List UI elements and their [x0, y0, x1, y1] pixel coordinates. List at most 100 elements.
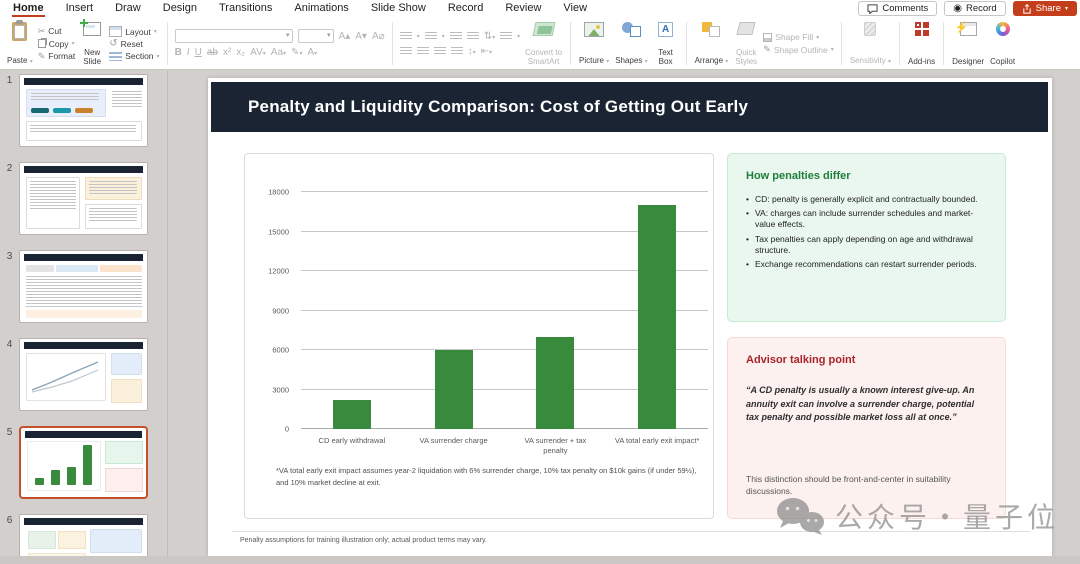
bar-slot	[403, 192, 505, 429]
comments-button[interactable]: Comments	[858, 1, 938, 16]
slide-4-preview[interactable]	[19, 338, 148, 411]
menu-tab-review[interactable]: Review	[494, 1, 552, 16]
reset-button[interactable]: ↺ Reset	[109, 39, 159, 50]
record-button[interactable]: ◉ Record	[944, 1, 1006, 16]
new-slide-button[interactable]: New Slide	[77, 19, 107, 68]
slide-2-preview[interactable]	[19, 162, 148, 235]
bold-button[interactable]: B	[175, 47, 182, 58]
convert-to-smartart-button[interactable]: Convert to SmartArt	[522, 19, 565, 68]
x-category-label: VA surrender charge	[419, 436, 488, 445]
copy-button[interactable]: Copy ▾	[37, 39, 75, 49]
copilot-label: Copilot	[990, 56, 1016, 66]
menu-tab-view[interactable]: View	[552, 1, 598, 16]
watermark-text: 公众号・量子位	[835, 501, 1060, 534]
shapes-button[interactable]: Shapes ▾	[612, 19, 650, 68]
change-case-button[interactable]: Aa▾	[271, 47, 286, 58]
slide-thumbnail-2[interactable]: 2	[0, 162, 167, 235]
slide-1-preview[interactable]	[19, 74, 148, 147]
numbered-list-button[interactable]	[424, 31, 437, 41]
paste-button[interactable]: Paste ▾	[4, 19, 36, 68]
shapes-chevron-icon: ▾	[644, 59, 648, 66]
slide-canvas[interactable]: Penalty and Liquidity Comparison: Cost o…	[208, 78, 1052, 556]
slide-thumbnail-5[interactable]: 5	[0, 426, 167, 499]
strikethrough-button[interactable]: ab	[207, 47, 218, 58]
layout-button[interactable]: Layout ▾	[109, 26, 159, 37]
align-left-button[interactable]	[399, 46, 412, 56]
designer-label: Designer	[952, 56, 985, 66]
decrease-font-size-icon[interactable]: A▾	[355, 31, 367, 42]
share-button[interactable]: Share ▾	[1012, 1, 1077, 16]
menu-tab-record[interactable]: Record	[437, 1, 494, 16]
chart-y-axis: 0 3000 6000 9000 12000 15000 18000	[245, 188, 293, 434]
how-penalties-differ-panel[interactable]: How penalties differ CD: penalty is gene…	[727, 153, 1006, 322]
menu-tab-design[interactable]: Design	[152, 1, 208, 16]
slide-3-preview[interactable]	[19, 250, 148, 323]
shape-outline-button[interactable]: ✎ Shape Outline ▾	[763, 44, 833, 55]
font-name-select[interactable]	[174, 29, 293, 43]
justify-button[interactable]	[450, 46, 463, 56]
increase-font-size-icon[interactable]: A▴	[339, 31, 351, 42]
font-color-button[interactable]: A▾	[307, 47, 317, 58]
cut-button[interactable]: ✂ Cut	[38, 26, 75, 37]
quick-styles-icon	[736, 22, 756, 35]
line-spacing-button[interactable]: ⇅▾	[484, 31, 495, 42]
copilot-button[interactable]: Copilot	[987, 19, 1018, 68]
shape-fill-button[interactable]: Shape Fill ▾	[763, 32, 833, 42]
green-panel-bullets: CD: penalty is generally explicit and co…	[746, 194, 991, 273]
columns-button[interactable]	[500, 31, 513, 41]
slide-5-preview[interactable]	[19, 426, 148, 499]
sensitivity-button[interactable]: Sensitivity ▾	[847, 19, 894, 68]
text-direction-button[interactable]: ↕▾	[468, 46, 476, 57]
designer-icon	[955, 21, 977, 36]
menu-tab-insert[interactable]: Insert	[55, 1, 105, 16]
section-button[interactable]: Section ▾	[109, 51, 160, 61]
designer-button[interactable]: Designer	[949, 19, 987, 68]
bar-2[interactable]	[434, 350, 473, 429]
slide-thumbnail-3[interactable]: 3	[0, 250, 167, 323]
quick-styles-button[interactable]: Quick Styles	[731, 19, 761, 68]
y-tick-label: 9000	[272, 306, 289, 315]
bar-slot	[606, 192, 708, 429]
subscript-button[interactable]: x₂	[236, 47, 245, 58]
sensitivity-label: Sensitivity	[849, 56, 886, 66]
format-painter-button[interactable]: ✎ Format	[38, 51, 75, 62]
copilot-icon	[995, 22, 1010, 36]
arrange-chevron-icon: ▾	[725, 59, 729, 66]
menu-tab-slide-show[interactable]: Slide Show	[360, 1, 437, 16]
chart-x-axis: CD early withdrawal VA surrender charge VA…	[301, 436, 708, 456]
add-ins-button[interactable]: Add-ins	[905, 19, 938, 68]
menu-tab-draw[interactable]: Draw	[104, 1, 152, 16]
arrange-button[interactable]: Arrange ▾	[692, 19, 732, 68]
clear-formatting-icon[interactable]: A⌀	[372, 31, 385, 42]
slide-thumbnail-4[interactable]: 4	[0, 338, 167, 411]
font-size-select[interactable]	[297, 29, 334, 43]
watermark: 公众号・量子位	[774, 496, 1059, 536]
decrease-indent-button[interactable]	[449, 31, 462, 41]
text-highlight-button[interactable]: ✎▾	[291, 47, 302, 58]
increase-indent-button[interactable]	[466, 31, 479, 41]
arrange-icon	[702, 22, 721, 37]
slide-thumbnail-1[interactable]: 1	[0, 74, 167, 147]
slide-title-bar[interactable]: Penalty and Liquidity Comparison: Cost o…	[211, 82, 1048, 132]
menu-tab-transitions[interactable]: Transitions	[208, 1, 283, 16]
bullet-list-button[interactable]	[399, 31, 412, 41]
text-box-button[interactable]: Text Box	[651, 19, 681, 68]
y-tick-label: 15000	[268, 227, 289, 236]
align-right-button[interactable]	[433, 46, 446, 56]
bar-1[interactable]	[332, 400, 371, 429]
advisor-talking-point-panel[interactable]: Advisor talking point “A CD penalty is u…	[727, 337, 1006, 519]
bar-chart[interactable]: 0 3000 6000 9000 12000 15000 18000 CD early wi…	[244, 153, 714, 519]
align-center-button[interactable]	[416, 46, 429, 56]
menu-tab-home[interactable]: Home	[2, 1, 55, 17]
top-right-actions: Comments ◉ Record Share ▾	[858, 1, 1077, 16]
picture-button[interactable]: Picture ▾	[576, 19, 612, 68]
bar-3[interactable]	[536, 336, 575, 429]
share-chevron-icon: ▾	[1064, 5, 1068, 12]
menu-tab-animations[interactable]: Animations	[283, 1, 359, 16]
superscript-button[interactable]: x²	[223, 47, 231, 58]
align-text-button[interactable]: ⇤▾	[481, 46, 492, 57]
italic-button[interactable]: I	[187, 47, 190, 58]
character-spacing-button[interactable]: AV▾	[250, 47, 266, 58]
bar-4[interactable]	[638, 205, 677, 429]
underline-button[interactable]: U	[195, 47, 202, 58]
